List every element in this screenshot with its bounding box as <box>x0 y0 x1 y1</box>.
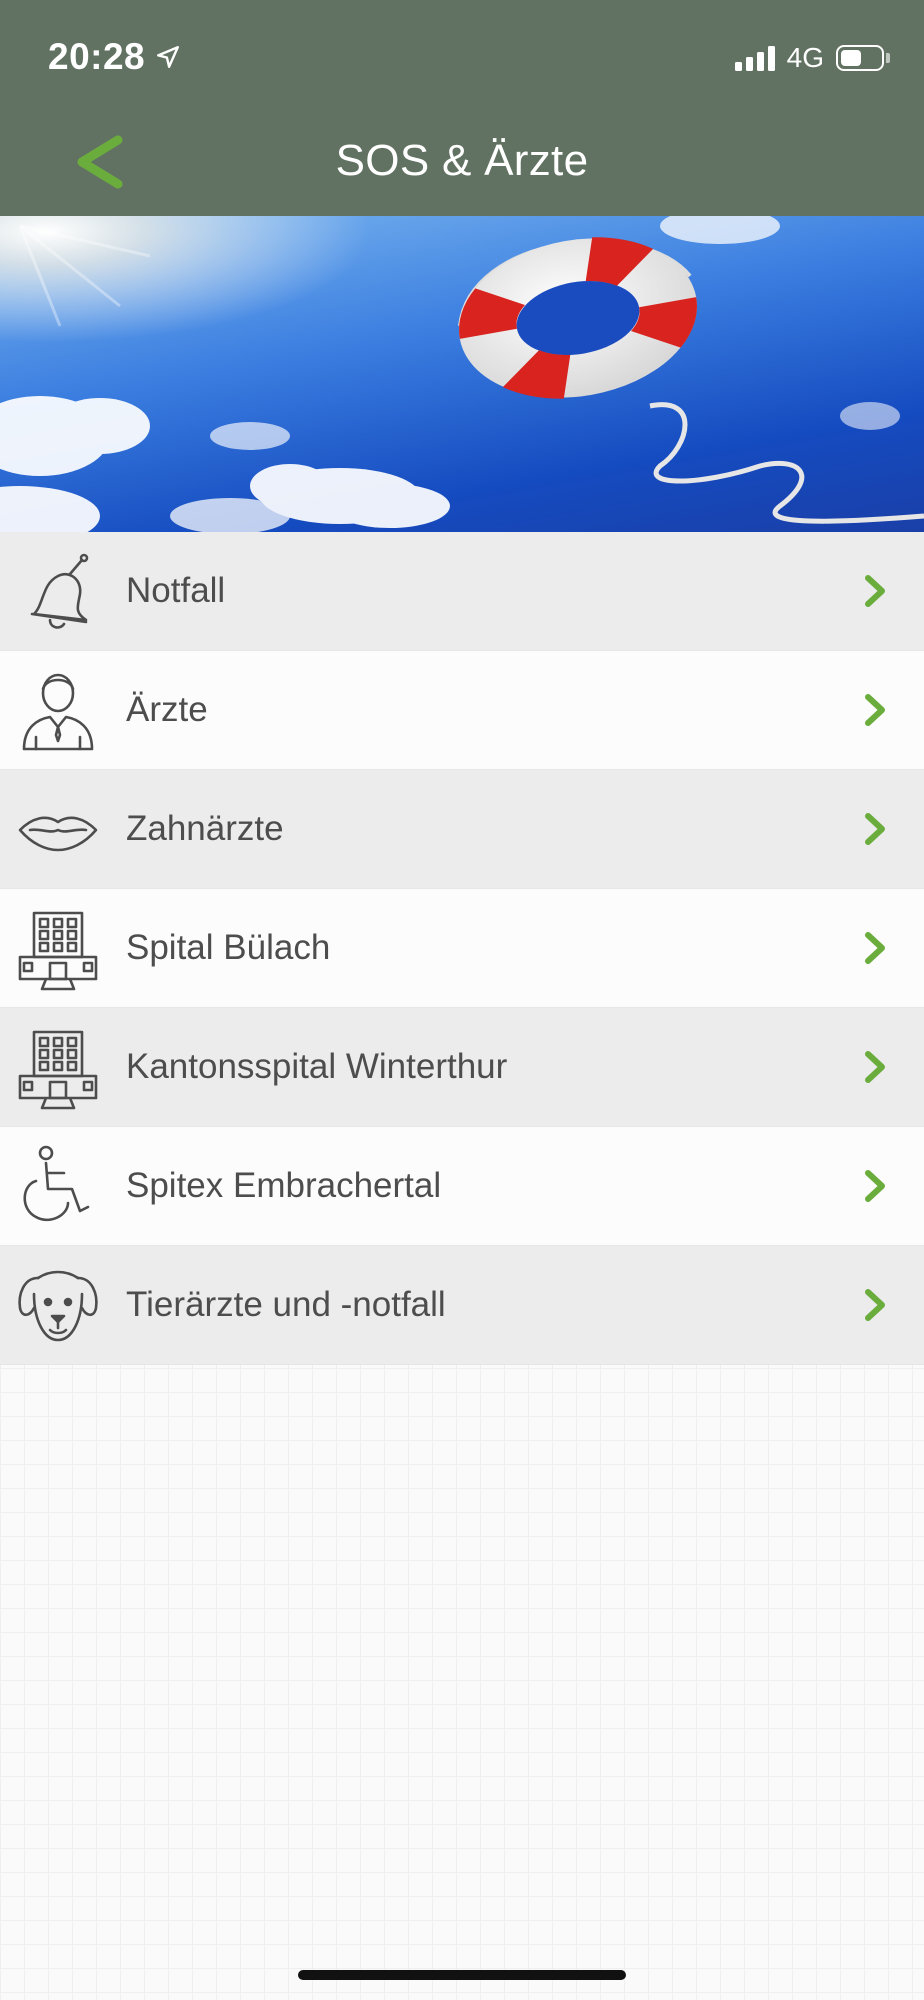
menu-item-notfall[interactable]: Notfall <box>0 532 924 651</box>
chevron-right-icon <box>865 1289 885 1321</box>
dog-icon <box>18 1270 98 1342</box>
status-time-text: 20:28 <box>48 36 146 77</box>
menu-item-label: Ärzte <box>126 690 208 729</box>
menu-item-label: Spital Bülach <box>126 928 331 967</box>
location-arrow-icon <box>157 46 180 68</box>
battery-icon <box>836 45 884 71</box>
page-title: SOS & Ärzte <box>335 136 589 185</box>
menu-item-kantonsspital-winterthur[interactable]: Kantonsspital Winterthur <box>0 1008 924 1127</box>
hospital-building-icon <box>18 1030 98 1110</box>
battery-cap <box>886 53 890 63</box>
chevron-right-icon <box>865 1051 885 1083</box>
chevron-right-icon <box>865 1170 885 1202</box>
signal-bars-icon <box>734 45 775 71</box>
chevron-right-icon <box>865 575 885 607</box>
status-bar-indicators: 4G <box>734 40 890 76</box>
menu-item-spital-buelach[interactable]: Spital Bülach <box>0 889 924 1008</box>
app-header: 20:28 4G SOS & Ärzte <box>0 0 924 216</box>
menu-item-label: Notfall <box>126 571 226 610</box>
menu-item-tieraerzte[interactable]: Tierärzte und -notfall <box>0 1246 924 1365</box>
menu-item-zahnaerzte[interactable]: Zahnärzte <box>0 770 924 889</box>
chevron-right-icon <box>865 932 885 964</box>
doctor-icon <box>22 673 94 751</box>
menu-item-label: Tierärzte und -notfall <box>126 1285 446 1324</box>
chevron-right-icon <box>865 813 885 845</box>
menu-item-aerzte[interactable]: Ärzte <box>0 651 924 770</box>
home-indicator[interactable] <box>298 1970 626 1980</box>
menu-list: Notfall Ärzte Zahnärzte Spital Bülach Ka… <box>0 532 924 1365</box>
menu-item-label: Zahnärzte <box>126 809 284 848</box>
lifebuoy-in-sky-image <box>0 216 924 532</box>
status-bar-time: 20:28 <box>48 36 181 78</box>
network-type: 4G <box>786 42 824 73</box>
menu-item-label: Kantonsspital Winterthur <box>126 1047 508 1086</box>
menu-item-spitex-embrachertal[interactable]: Spitex Embrachertal <box>0 1127 924 1246</box>
hero-banner <box>0 216 924 532</box>
chevron-right-icon <box>865 694 885 726</box>
lips-icon <box>18 816 98 852</box>
bell-icon <box>30 553 89 629</box>
hospital-building-icon <box>18 911 98 991</box>
wheelchair-icon <box>23 1145 90 1222</box>
menu-item-label: Spitex Embrachertal <box>126 1166 442 1205</box>
